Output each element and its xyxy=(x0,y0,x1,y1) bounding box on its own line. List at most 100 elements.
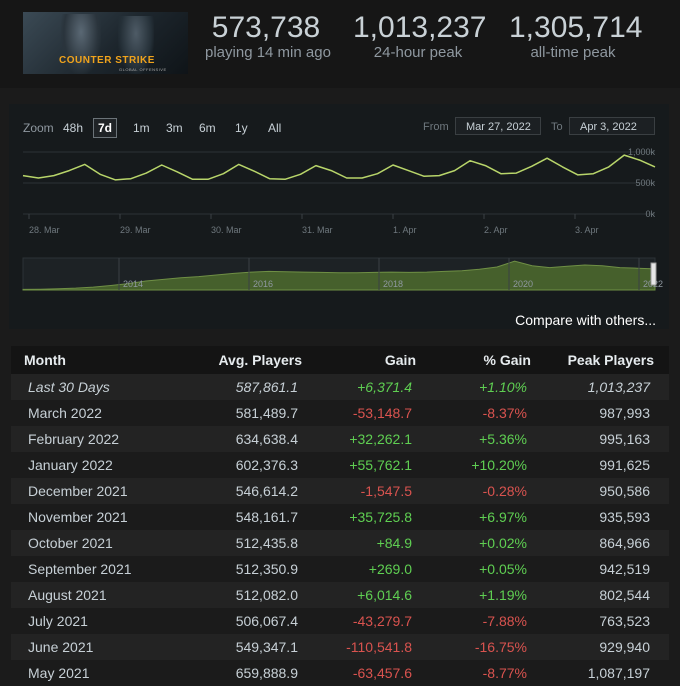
header-peak-players[interactable]: Peak Players xyxy=(568,352,654,368)
zoom-6m-button[interactable]: 6m xyxy=(199,121,216,135)
cell-peak-players: 935,593 xyxy=(599,509,650,525)
cell-peak-players: 802,544 xyxy=(599,587,650,603)
cell-gain: -53,148.7 xyxy=(352,405,412,421)
header-month[interactable]: Month xyxy=(24,352,66,368)
current-players-stat: 573,738 playing 14 min ago xyxy=(205,11,331,62)
zoom-all-button[interactable]: All xyxy=(268,121,281,135)
navigator-year-label: 2018 xyxy=(383,279,403,289)
cell-month: June 2021 xyxy=(28,639,94,655)
cell-avg-players: 512,082.0 xyxy=(235,587,298,603)
navigator-year-label: 2020 xyxy=(513,279,533,289)
all-time-peak-label: all-time peak xyxy=(530,44,616,61)
cell-gain: +269.0 xyxy=(368,561,412,577)
cell-gain: +6,014.6 xyxy=(357,587,412,603)
cell-month: Last 30 Days xyxy=(28,379,110,395)
table-row: February 2022 634,638.4 +32,262.1 +5.36% 995… xyxy=(11,426,669,452)
history-navigator-chart[interactable]: 20142016201820202022 xyxy=(9,254,669,298)
cell-month: January 2022 xyxy=(28,457,113,473)
x-tick-label: 28. Mar xyxy=(29,225,60,235)
table-row: July 2021 506,067.4 -43,279.7 -7.88% 763,523 xyxy=(11,608,669,634)
cell-avg-players: 587,861.1 xyxy=(235,379,298,395)
game-logo[interactable]: COUNTER STRIKE GLOBAL OFFENSIVE xyxy=(23,12,188,74)
cell-peak-players: 991,625 xyxy=(599,457,650,473)
cell-gain: -1,547.5 xyxy=(360,483,412,499)
cell-month: August 2021 xyxy=(28,587,107,603)
table-row: March 2022 581,489.7 -53,148.7 -8.37% 987,99… xyxy=(11,400,669,426)
table-row: Last 30 Days 587,861.1 +6,371.4 +1.10% 1,013… xyxy=(11,374,669,400)
cell-pct-gain: -0.28% xyxy=(482,483,527,499)
cell-avg-players: 602,376.3 xyxy=(235,457,298,473)
header-gain[interactable]: Gain xyxy=(385,352,416,368)
x-tick-label: 29. Mar xyxy=(120,225,151,235)
x-tick-label: 2. Apr xyxy=(484,225,508,235)
zoom-3m-button[interactable]: 3m xyxy=(166,121,183,135)
cell-gain: +84.9 xyxy=(376,535,412,551)
day-peak-label: 24-hour peak xyxy=(373,44,463,61)
day-peak-stat: 1,013,237 24-hour peak xyxy=(353,11,487,62)
cell-pct-gain: +0.02% xyxy=(479,535,527,551)
cell-peak-players: 950,586 xyxy=(599,483,650,499)
cell-pct-gain: -16.75% xyxy=(474,639,527,655)
cell-pct-gain: -8.77% xyxy=(482,665,527,681)
navigator-year-label: 2014 xyxy=(123,279,143,289)
x-tick-label: 31. Mar xyxy=(302,225,333,235)
cell-gain: +32,262.1 xyxy=(349,431,412,447)
zoom-1y-button[interactable]: 1y xyxy=(235,121,248,135)
cell-avg-players: 549,347.1 xyxy=(235,639,298,655)
cell-peak-players: 1,013,237 xyxy=(587,379,650,395)
table-row: August 2021 512,082.0 +6,014.6 +1.19% 802,54… xyxy=(11,582,669,608)
series-group xyxy=(22,154,656,181)
chart-gridlines xyxy=(23,151,655,215)
cell-pct-gain: +1.10% xyxy=(479,379,527,395)
y-tick-label: 0k xyxy=(645,209,655,219)
from-label: From xyxy=(423,121,449,133)
compare-link[interactable]: Compare with others... xyxy=(515,312,656,328)
x-tick-label: 1. Apr xyxy=(393,225,417,235)
table-row: June 2021 549,347.1 -110,541.8 -16.75% 929,9… xyxy=(11,634,669,660)
to-date-input[interactable]: Apr 3, 2022 xyxy=(569,117,655,135)
header-avg-players[interactable]: Avg. Players xyxy=(218,352,302,368)
table-header: Month Avg. Players Gain % Gain Peak Play… xyxy=(11,346,669,374)
current-players-value: 573,738 xyxy=(211,11,321,44)
player-count-line-chart[interactable]: 28. Mar 29. Mar 30. Mar 31. Mar 1. Apr 2. Apr… xyxy=(9,144,669,244)
navigator-handle[interactable] xyxy=(650,262,657,286)
cell-month: September 2021 xyxy=(28,561,132,577)
stats-header: COUNTER STRIKE GLOBAL OFFENSIVE 573,738 … xyxy=(0,0,680,88)
cell-avg-players: 512,435.8 xyxy=(235,535,298,551)
zoom-1m-button[interactable]: 1m xyxy=(133,121,150,135)
logo-subtext: GLOBAL OFFENSIVE xyxy=(119,67,167,72)
cell-avg-players: 512,350.9 xyxy=(235,561,298,577)
chart-panel: Zoom 48h 7d 1m 3m 6m 1y All From Mar 27,… xyxy=(9,104,669,329)
cell-avg-players: 634,638.4 xyxy=(235,431,298,447)
cell-avg-players: 546,614.2 xyxy=(235,483,298,499)
zoom-label: Zoom xyxy=(23,121,54,135)
cell-avg-players: 581,489.7 xyxy=(235,405,298,421)
cell-gain: -110,541.8 xyxy=(346,639,412,655)
header-pct-gain[interactable]: % Gain xyxy=(484,352,531,368)
from-date-input[interactable]: Mar 27, 2022 xyxy=(455,117,541,135)
cell-gain: -43,279.7 xyxy=(352,613,412,629)
zoom-7d-button[interactable]: 7d xyxy=(93,118,118,138)
cell-gain: -63,457.6 xyxy=(352,665,412,681)
current-players-label: playing 14 min ago xyxy=(205,44,331,61)
logo-text: COUNTER STRIKE xyxy=(59,55,155,66)
cell-month: May 2021 xyxy=(28,665,90,681)
cell-month: December 2021 xyxy=(28,483,128,499)
cell-month: February 2022 xyxy=(28,431,120,447)
cell-pct-gain: +1.19% xyxy=(479,587,527,603)
day-peak-value: 1,013,237 xyxy=(353,11,487,44)
x-tick-label: 3. Apr xyxy=(575,225,599,235)
table-body: Last 30 Days 587,861.1 +6,371.4 +1.10% 1,013… xyxy=(11,374,669,686)
cell-month: November 2021 xyxy=(28,509,128,525)
navigator-year-label: 2016 xyxy=(253,279,273,289)
cell-pct-gain: -8.37% xyxy=(482,405,527,421)
cell-pct-gain: +5.36% xyxy=(479,431,527,447)
to-label: To xyxy=(551,121,563,133)
cell-pct-gain: -7.88% xyxy=(482,613,527,629)
monthly-stats-table: Month Avg. Players Gain % Gain Peak Play… xyxy=(11,346,669,686)
cell-avg-players: 548,161.7 xyxy=(235,509,298,525)
navigator-handle-group[interactable] xyxy=(650,262,657,286)
table-row: November 2021 548,161.7 +35,725.8 +6.97% 935… xyxy=(11,504,669,530)
cell-peak-players: 995,163 xyxy=(599,431,650,447)
zoom-48h-button[interactable]: 48h xyxy=(63,121,83,135)
